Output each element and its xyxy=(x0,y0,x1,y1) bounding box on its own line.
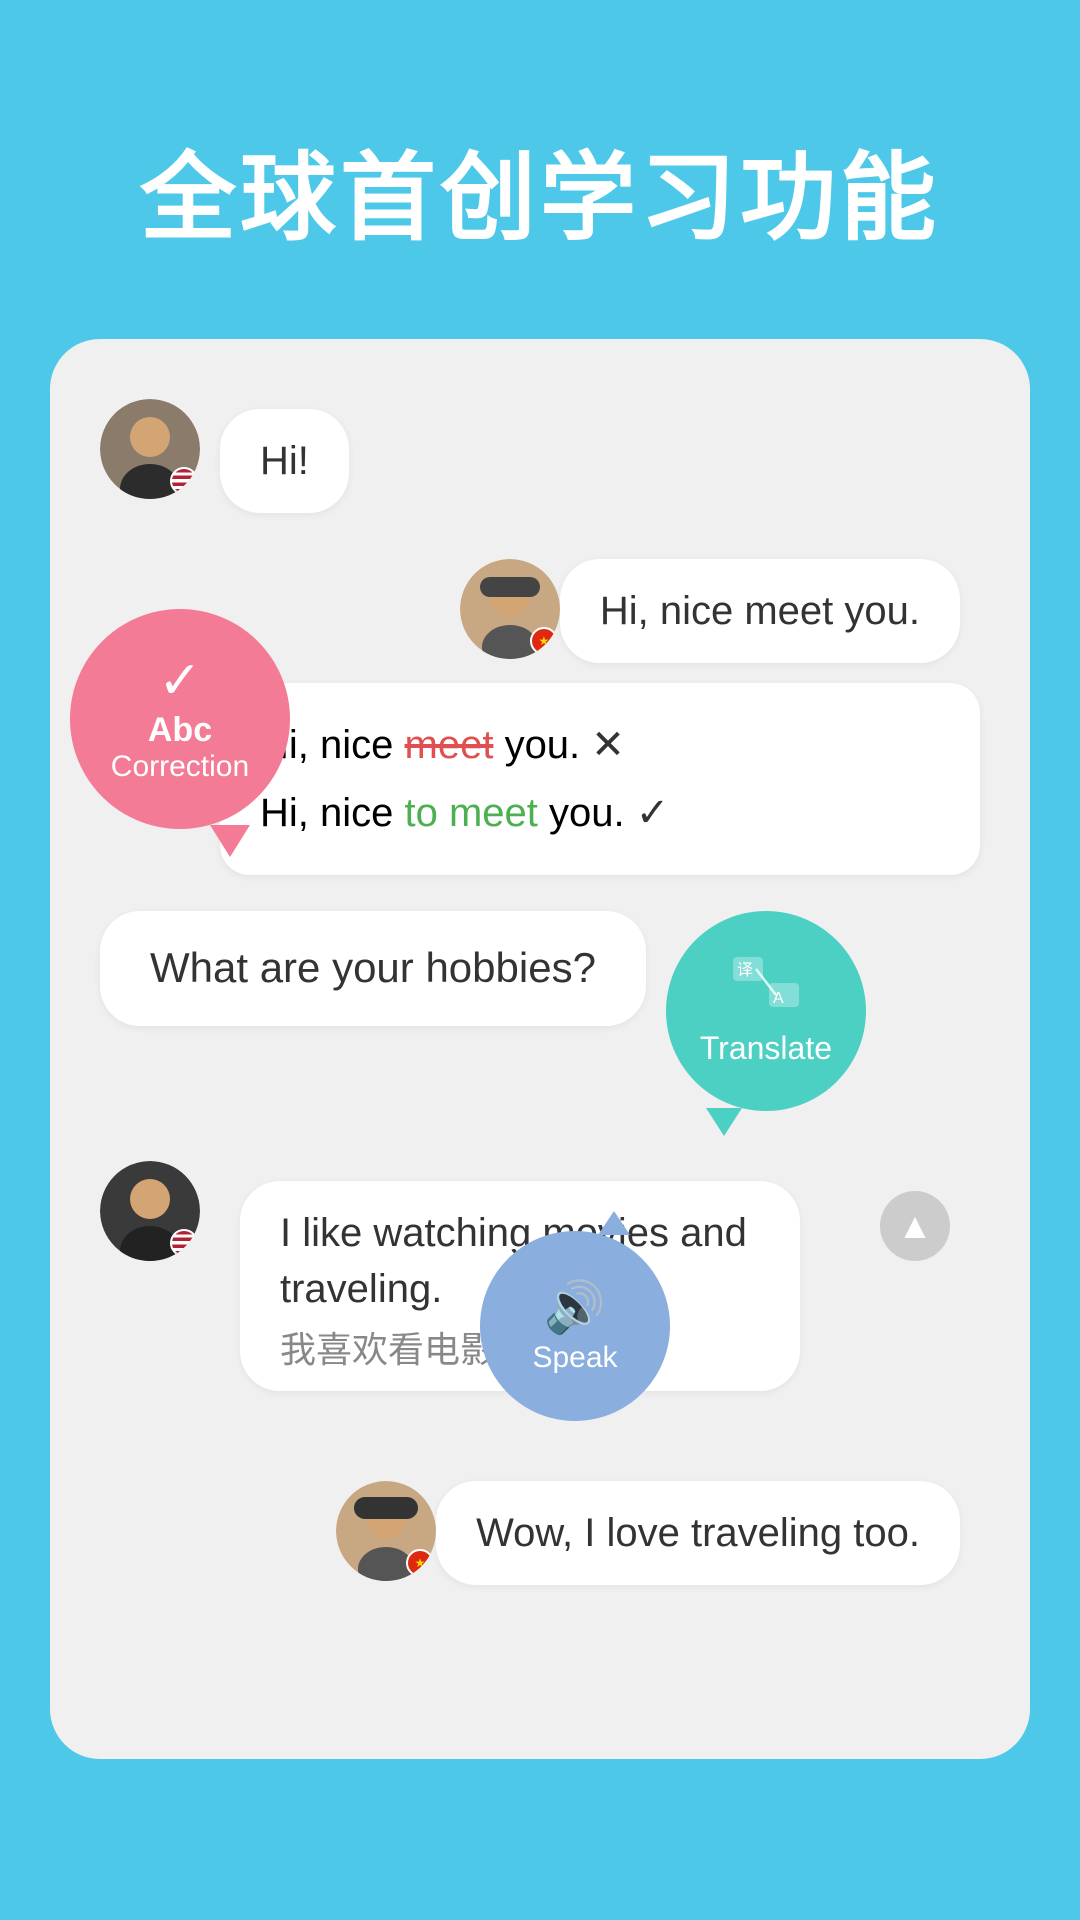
message-row-5-wrapper: Wow, I love traveling too. ★ xyxy=(100,1471,980,1585)
response-row: I like watching movies and traveling. 我喜… xyxy=(100,1161,980,1391)
translate-bubble[interactable]: 译 A Translate xyxy=(666,911,866,1111)
correct-line: Hi, nice to meet you. ✓ xyxy=(260,779,940,847)
female-avatar-1: ★ xyxy=(460,559,560,659)
wrong-line: Hi, nice meet you. ✕ xyxy=(260,711,940,779)
message-row-2-wrapper: ✓ Abc Correction Hi, nice meet you. ★ xyxy=(100,549,980,663)
correction-box: Hi, nice meet you. ✕ Hi, nice to meet yo… xyxy=(220,683,980,875)
female-avatar-2: ★ xyxy=(336,1481,436,1581)
correction-abc-text: Abc xyxy=(148,711,212,750)
translate-label: Translate xyxy=(700,1030,832,1067)
bubble-hobbies: What are your hobbies? xyxy=(100,911,646,1026)
wrong-mark-icon: ✕ xyxy=(591,723,625,767)
speak-label: Speak xyxy=(532,1341,617,1375)
abc-correction-bubble: ✓ Abc Correction xyxy=(70,609,290,829)
correction-label-text: Correction xyxy=(111,750,249,784)
scroll-up-icon: ▲ xyxy=(897,1205,933,1247)
scroll-up-button[interactable]: ▲ xyxy=(880,1191,950,1261)
bubble-nice-meet: Hi, nice meet you. xyxy=(560,559,960,663)
us-flag-2 xyxy=(170,1229,198,1257)
message-row-1: Hi! xyxy=(100,399,980,513)
correct-word: to meet xyxy=(405,791,538,835)
correction-check-icon: ✓ xyxy=(158,655,202,707)
us-flag-1 xyxy=(170,467,198,495)
male-avatar-1 xyxy=(100,399,200,499)
message-row-4: I like watching movies and traveling. 我喜… xyxy=(100,1161,980,1391)
correct-mark-icon: ✓ xyxy=(636,791,670,835)
chat-container: Hi! ✓ Abc Correction Hi, nice meet you. xyxy=(50,339,1030,1759)
cn-flag-1: ★ xyxy=(530,627,558,655)
header-section: 全球首创学习功能 xyxy=(0,0,1080,339)
bubble-response-wrapper: I like watching movies and traveling. 我喜… xyxy=(220,1171,800,1391)
wrong-word: meet xyxy=(405,723,494,767)
speak-bubble[interactable]: 🔊 Speak xyxy=(480,1231,670,1421)
hobbies-inner: What are your hobbies? 译 A Translate xyxy=(100,911,980,1111)
page-background: 全球首创学习功能 Hi! ✓ Abc xyxy=(0,0,1080,1759)
svg-text:译: 译 xyxy=(737,961,753,979)
bubble-hi: Hi! xyxy=(220,409,349,513)
cn-flag-2: ★ xyxy=(406,1549,434,1577)
hobbies-row: What are your hobbies? 译 A Translate xyxy=(100,911,980,1111)
page-title: 全球首创学习功能 xyxy=(0,120,1080,259)
translate-icon: 译 A xyxy=(731,955,801,1024)
male-avatar-2 xyxy=(100,1161,200,1261)
message-row-5: Wow, I love traveling too. ★ xyxy=(100,1471,980,1585)
bubble-traveling: Wow, I love traveling too. xyxy=(436,1481,960,1585)
speak-icon: 🔊 xyxy=(544,1278,606,1337)
